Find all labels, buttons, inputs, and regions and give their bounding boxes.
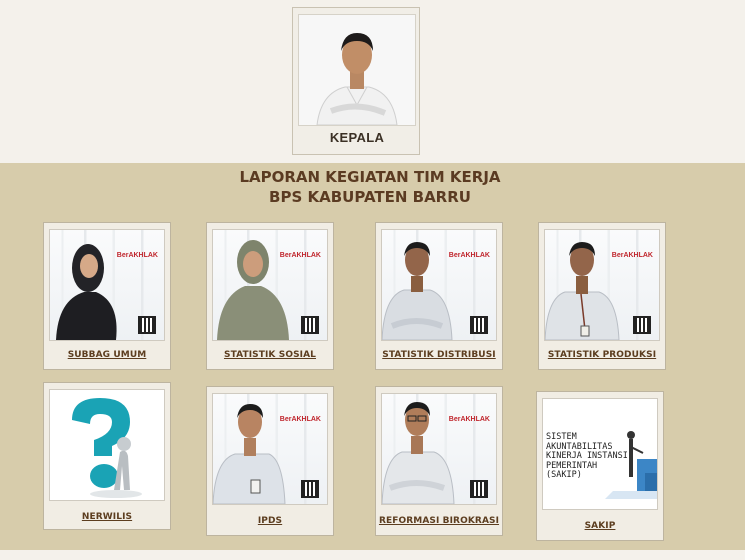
person-figure <box>545 242 620 340</box>
top-section: KEPALA <box>0 0 745 163</box>
section-title: LAPORAN KEGIATAN TIM KERJA BPS KABUPATEN… <box>0 167 740 207</box>
team-photo[interactable]: BerAKHLAK <box>381 393 497 505</box>
question-mark-icon <box>50 390 164 500</box>
kepala-label[interactable]: KEPALA <box>293 130 421 145</box>
team-card-subbag-umum[interactable]: BerAKHLAK SUBBAG UMUM <box>43 222 171 370</box>
team-card-nerwilis[interactable]: NERWILIS <box>43 382 171 530</box>
sakip-text: SISTEM AKUNTABILITAS KINERJA INSTANSI PE… <box>546 432 628 480</box>
team-label[interactable]: NERWILIS <box>44 512 170 522</box>
team-label[interactable]: IPDS <box>207 516 333 526</box>
team-label[interactable]: SUBBAG UMUM <box>44 350 170 360</box>
team-card-sakip[interactable]: SISTEM AKUNTABILITAS KINERJA INSTANSI PE… <box>536 391 664 541</box>
team-label[interactable]: REFORMASI BIROKRASI <box>376 516 502 526</box>
team-photo[interactable]: BerAKHLAK <box>49 229 165 341</box>
team-card-statistik-distribusi[interactable]: BerAKHLAK STATISTIK DISTRIBUSI <box>375 222 503 370</box>
team-card-statistik-sosial[interactable]: BerAKHLAK STATISTIK SOSIAL <box>206 222 334 370</box>
team-label[interactable]: STATISTIK DISTRIBUSI <box>376 350 502 360</box>
team-label[interactable]: SAKIP <box>537 521 663 531</box>
person-figure <box>382 402 455 504</box>
person-figure <box>382 242 453 340</box>
person-figure <box>217 240 289 340</box>
team-label[interactable]: STATISTIK SOSIAL <box>207 350 333 360</box>
team-photo[interactable] <box>49 389 165 501</box>
person-figure <box>56 244 117 340</box>
team-label[interactable]: STATISTIK PRODUKSI <box>539 350 665 360</box>
team-card-ipds[interactable]: BerAKHLAK IPDS <box>206 386 334 536</box>
kepala-card[interactable]: KEPALA <box>292 7 420 155</box>
team-photo[interactable]: BerAKHLAK <box>381 229 497 341</box>
team-card-reformasi-birokrasi[interactable]: BerAKHLAK REFORMASI BIROKRASI <box>375 386 503 536</box>
bottom-strip <box>0 550 745 560</box>
team-photo[interactable]: BerAKHLAK <box>212 229 328 341</box>
team-photo[interactable]: SISTEM AKUNTABILITAS KINERJA INSTANSI PE… <box>542 398 658 510</box>
section-title-line2: BPS KABUPATEN BARRU <box>269 188 471 206</box>
person-figure <box>213 404 286 504</box>
team-photo[interactable]: BerAKHLAK <box>544 229 660 341</box>
kepala-photo[interactable] <box>298 14 416 126</box>
team-card-statistik-produksi[interactable]: BerAKHLAK STATISTIK PRODUKSI <box>538 222 666 370</box>
team-photo[interactable]: BerAKHLAK <box>212 393 328 505</box>
section-title-line1: LAPORAN KEGIATAN TIM KERJA <box>239 168 501 186</box>
